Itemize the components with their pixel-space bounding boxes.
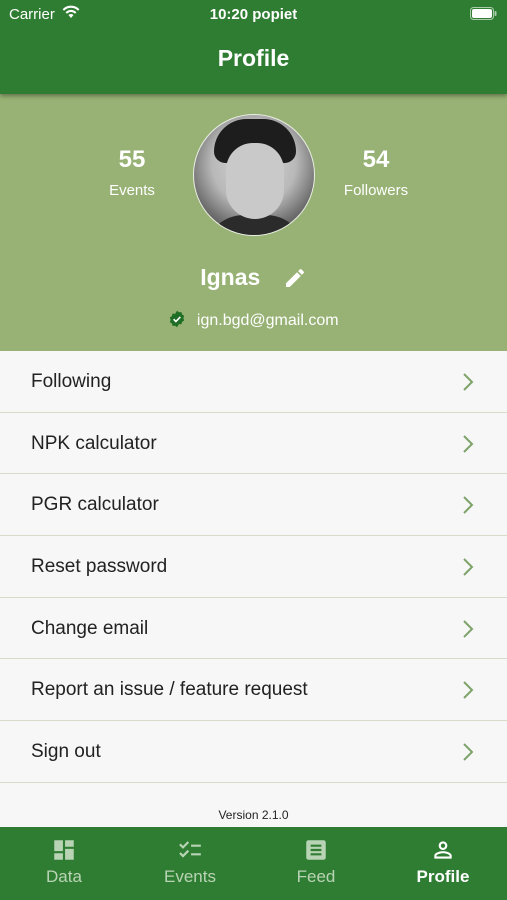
- avatar[interactable]: [193, 114, 315, 236]
- tab-label: Feed: [296, 867, 336, 886]
- tab-events[interactable]: Events: [135, 837, 245, 887]
- menu-item-label: PGR calculator: [31, 494, 159, 516]
- menu-item-label: NPK calculator: [31, 432, 157, 454]
- menu-item-sign-out[interactable]: Sign out: [0, 721, 507, 783]
- followers-stat[interactable]: 54 Followers: [316, 146, 436, 199]
- status-bar: Carrier 10:20 popiet: [0, 0, 507, 30]
- chevron-right-icon: [463, 558, 474, 576]
- chevron-right-icon: [463, 434, 474, 453]
- followers-label: Followers: [343, 182, 409, 199]
- menu-item-report-issue[interactable]: Report an issue / feature request: [0, 659, 507, 722]
- chevron-right-icon: [463, 496, 474, 515]
- events-stat[interactable]: 55 Events: [72, 146, 192, 199]
- tab-data[interactable]: Data: [9, 837, 119, 887]
- menu-item-reset-password[interactable]: Reset password: [0, 536, 507, 598]
- chevron-right-icon: [463, 620, 474, 638]
- events-label: Events: [109, 182, 155, 199]
- menu-item-following[interactable]: Following: [0, 351, 507, 413]
- app-header: Carrier 10:20 popiet Profile: [0, 0, 507, 94]
- checklist-icon: [179, 841, 201, 858]
- chevron-right-icon: [463, 681, 474, 700]
- dashboard-icon: [54, 840, 74, 860]
- battery-icon: [470, 7, 497, 24]
- profile-email: ign.bgd@gmail.com: [196, 312, 339, 329]
- profile-name: Ignas: [200, 264, 261, 290]
- tab-label: Profile: [416, 867, 470, 886]
- tab-profile[interactable]: Profile: [388, 837, 498, 887]
- menu-item-label: Reset password: [31, 556, 168, 578]
- chevron-right-icon: [463, 743, 474, 761]
- menu-item-label: Change email: [31, 617, 149, 639]
- version-label: Version 2.1.0: [218, 808, 289, 822]
- tab-label: Events: [164, 867, 216, 886]
- events-count: 55: [118, 146, 146, 173]
- menu-item-npk-calculator[interactable]: NPK calculator: [0, 412, 507, 475]
- profile-summary: 55 Events 54 Followers Ignas ign.bgd@gma…: [0, 94, 507, 351]
- clock: 10:20 popiet: [209, 6, 298, 23]
- person-icon: [434, 841, 452, 859]
- email-row: ign.bgd@gmail.com: [0, 310, 507, 330]
- name-row: Ignas: [0, 264, 507, 291]
- menu-item-label: Report an issue / feature request: [31, 679, 308, 701]
- verified-badge-icon: [168, 310, 186, 328]
- page-title: Profile: [217, 45, 290, 71]
- tab-feed[interactable]: Feed: [261, 837, 371, 887]
- document-icon: [306, 840, 326, 860]
- menu-item-change-email[interactable]: Change email: [0, 597, 507, 660]
- menu-item-label: Sign out: [31, 741, 101, 763]
- menu-item-pgr-calculator[interactable]: PGR calculator: [0, 474, 507, 537]
- tab-label: Data: [46, 867, 82, 886]
- menu-item-label: Following: [31, 371, 112, 392]
- edit-pencil-icon[interactable]: [283, 266, 307, 290]
- bottom-tab-bar: Data Events Feed Profile: [0, 827, 507, 900]
- followers-count: 54: [362, 146, 390, 173]
- chevron-right-icon: [463, 373, 474, 391]
- settings-menu: Following NPK calculator PGR calculator …: [0, 351, 507, 783]
